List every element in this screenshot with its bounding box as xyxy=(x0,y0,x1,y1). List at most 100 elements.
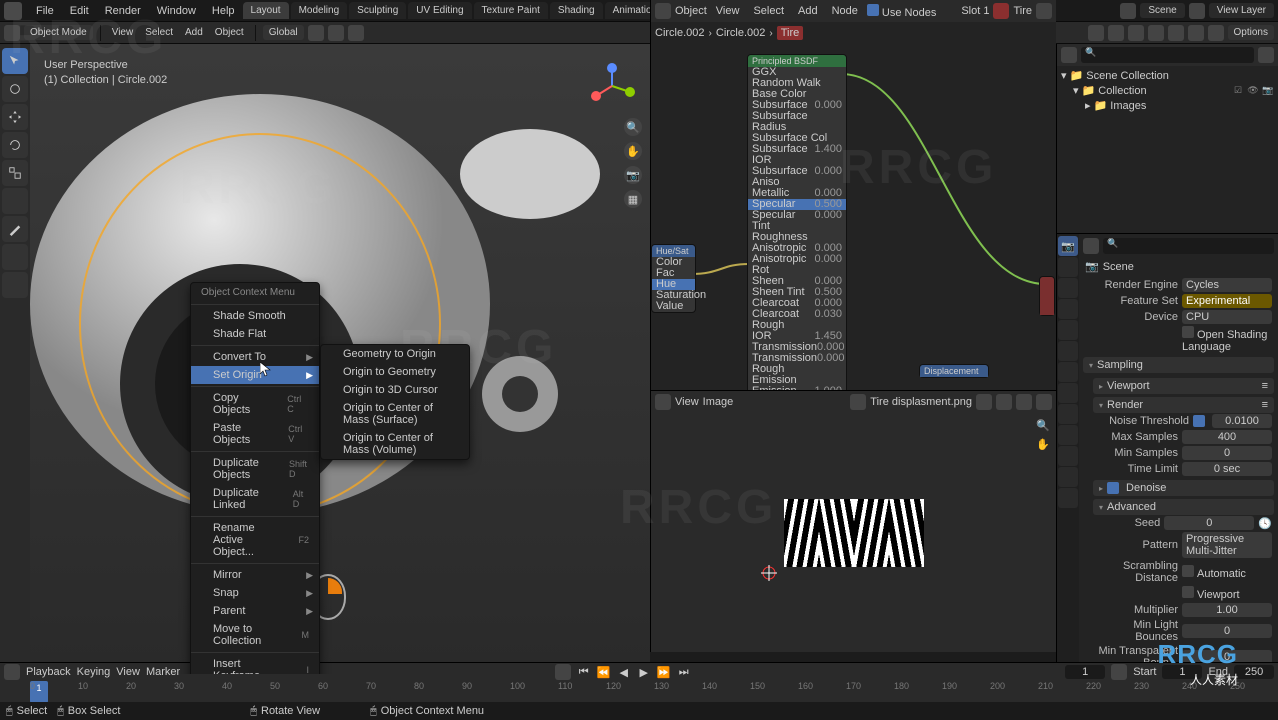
ptab-scene[interactable] xyxy=(1058,299,1078,319)
options-button[interactable]: Options xyxy=(1228,25,1274,40)
val-feature-set[interactable]: Experimental xyxy=(1182,294,1272,308)
tree-collection[interactable]: ▾ 📁 Collection ☑ 👁 📷 xyxy=(1059,83,1276,98)
pivot-icon[interactable] xyxy=(308,25,324,41)
breadcrumb-mesh[interactable]: Circle.002 xyxy=(716,27,766,39)
snap-icon[interactable] xyxy=(328,25,344,41)
viewlayer-icon[interactable] xyxy=(1189,3,1205,19)
node-menu-add[interactable]: Add xyxy=(793,3,823,19)
node-principled-bsdf[interactable]: Principled BSDF GGXRandom WalkBase Color… xyxy=(747,54,847,390)
img-open-icon[interactable] xyxy=(996,394,1012,410)
tab-texture-paint[interactable]: Texture Paint xyxy=(474,2,548,19)
seed-clock-icon[interactable]: 🕓 xyxy=(1258,517,1272,530)
val-seed[interactable]: 0 xyxy=(1164,516,1254,530)
mode-selector[interactable]: Object Mode xyxy=(24,25,93,40)
node-material-output[interactable] xyxy=(1039,276,1055,316)
play-icon[interactable]: ▶ xyxy=(637,665,651,679)
ptab-modifiers[interactable] xyxy=(1058,362,1078,382)
node-canvas[interactable]: Hue/Sat Color Fac Hue Saturation Value P… xyxy=(651,44,1056,390)
frame-end[interactable]: 250 xyxy=(1234,665,1274,679)
sub-origin-to-geom[interactable]: Origin to Geometry xyxy=(321,363,469,381)
persp-icon[interactable]: ▦ xyxy=(624,190,642,208)
outliner-search[interactable]: 🔍 xyxy=(1081,47,1254,63)
xray-toggle-icon[interactable] xyxy=(1128,25,1144,41)
scene-icon[interactable] xyxy=(1120,3,1136,19)
tl-menu-marker[interactable]: Marker xyxy=(146,666,180,678)
ctx-shade-flat[interactable]: Shade Flat xyxy=(191,325,319,343)
ptab-constraints[interactable] xyxy=(1058,425,1078,445)
tl-menu-view[interactable]: View xyxy=(116,666,140,678)
image-editor-type-icon[interactable] xyxy=(655,394,671,410)
jump-end-icon[interactable]: ⏭ xyxy=(677,665,691,679)
val-device[interactable]: CPU xyxy=(1182,310,1272,324)
ctx-snap[interactable]: Snap▶ xyxy=(191,584,319,602)
tree-images[interactable]: ▸ 📁 Images xyxy=(1059,98,1276,113)
chk-noise-threshold[interactable] xyxy=(1193,415,1205,427)
pin-icon[interactable] xyxy=(1036,3,1052,19)
menu-window[interactable]: Window xyxy=(149,2,204,20)
img-pin-icon[interactable] xyxy=(1036,394,1052,410)
node-displacement[interactable]: Displacement xyxy=(919,364,989,378)
image-canvas[interactable] xyxy=(651,413,1056,652)
menu-file[interactable]: File xyxy=(28,2,62,20)
breadcrumb-obj[interactable]: Circle.002 xyxy=(655,27,705,39)
img-pan-icon[interactable]: ✋ xyxy=(1036,438,1050,451)
node-editor-type-icon[interactable] xyxy=(655,3,671,19)
gizmo-toggle-icon[interactable] xyxy=(1088,25,1104,41)
ctx-rename[interactable]: Rename Active Object...F2 xyxy=(191,519,319,561)
timeline-track[interactable]: 1 01020304050607080901001101201301401501… xyxy=(0,681,1278,703)
ctx-paste[interactable]: Paste ObjectsCtrl V xyxy=(191,419,319,449)
tab-sculpting[interactable]: Sculpting xyxy=(349,2,406,19)
outliner-editor-icon[interactable] xyxy=(1061,47,1077,63)
editor-type-icon[interactable] xyxy=(4,25,20,41)
image-icon[interactable] xyxy=(850,394,866,410)
view3d-menu-view[interactable]: View xyxy=(108,25,138,40)
ptab-material[interactable] xyxy=(1058,467,1078,487)
keyframe-prev-icon[interactable]: ⏪ xyxy=(597,665,611,679)
exclude-toggle[interactable]: ☑ xyxy=(1232,85,1244,97)
sub-origin-com-volume[interactable]: Origin to Center of Mass (Volume) xyxy=(321,429,469,459)
tree-scene-collection[interactable]: ▾ 📁 Scene Collection xyxy=(1059,68,1276,83)
chk-use-nodes[interactable] xyxy=(867,4,879,16)
node-menu-select[interactable]: Select xyxy=(748,3,789,19)
autokey-icon[interactable] xyxy=(555,664,571,680)
img-zoom-icon[interactable]: 🔍 xyxy=(1036,419,1050,432)
node-hue-sat[interactable]: Hue/Sat Color Fac Hue Saturation Value xyxy=(651,244,696,313)
slot-selector[interactable]: Slot 1 xyxy=(961,5,989,17)
chk-scrambling-auto[interactable] xyxy=(1182,565,1194,577)
ctx-set-origin[interactable]: Set Origin▶ xyxy=(191,366,319,384)
scene-field[interactable]: Scene xyxy=(1140,3,1184,18)
jump-start-icon[interactable]: ⏮ xyxy=(577,665,591,679)
shading-solid-icon[interactable] xyxy=(1168,25,1184,41)
play-reverse-icon[interactable]: ◀ xyxy=(617,665,631,679)
tool-add-cube[interactable] xyxy=(2,272,28,298)
tool-scale[interactable] xyxy=(2,160,28,186)
ctx-duplicate[interactable]: Duplicate ObjectsShift D xyxy=(191,454,319,484)
keyframe-next-icon[interactable]: ⏩ xyxy=(657,665,671,679)
view3d-menu-select[interactable]: Select xyxy=(141,25,177,40)
ptab-world[interactable] xyxy=(1058,320,1078,340)
val-pattern[interactable]: Progressive Multi-Jitter xyxy=(1182,532,1272,558)
val-max-samples[interactable]: 400 xyxy=(1182,430,1272,444)
tab-shading[interactable]: Shading xyxy=(550,2,603,19)
nav-gizmo[interactable] xyxy=(588,62,636,110)
node-menu-node[interactable]: Node xyxy=(827,3,863,19)
tl-menu-keying[interactable]: Keying xyxy=(77,666,111,678)
ctx-insert-keyframe[interactable]: Insert Keyframe...I xyxy=(191,655,319,674)
tl-menu-playback[interactable]: Playback xyxy=(26,666,71,678)
tool-annotate[interactable] xyxy=(2,216,28,242)
ptab-texture[interactable] xyxy=(1058,488,1078,508)
material-icon[interactable] xyxy=(993,3,1009,19)
viewport-canvas[interactable]: User Perspective (1) Collection | Circle… xyxy=(30,44,650,674)
ptab-data[interactable] xyxy=(1058,446,1078,466)
panel-render-sampling[interactable]: Render≡ xyxy=(1093,397,1274,413)
blender-logo-icon[interactable] xyxy=(4,2,22,20)
sub-origin-to-cursor[interactable]: Origin to 3D Cursor xyxy=(321,381,469,399)
ctx-copy[interactable]: Copy ObjectsCtrl C xyxy=(191,389,319,419)
range-icon[interactable] xyxy=(1111,664,1127,680)
img-unlink-icon[interactable] xyxy=(1016,394,1032,410)
img-menu-view[interactable]: View xyxy=(675,396,699,408)
props-editor-icon[interactable] xyxy=(1083,238,1099,254)
node-menu-view[interactable]: View xyxy=(711,3,745,19)
shading-rendered-icon[interactable] xyxy=(1208,25,1224,41)
chk-osl[interactable] xyxy=(1182,326,1194,338)
